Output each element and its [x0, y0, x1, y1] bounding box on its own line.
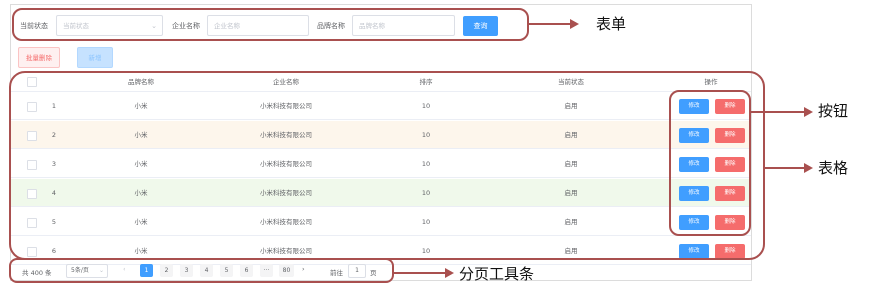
table-annotation-label: 表格	[818, 159, 849, 177]
arrow-head-icon	[445, 268, 454, 278]
buttons-annotation-label: 按钮	[818, 102, 849, 120]
buttons-annotation-box	[669, 90, 751, 236]
table-annotation-box	[9, 71, 765, 260]
pagination-annotation-label: 分页工具条	[459, 265, 535, 283]
table-annotation-arrow	[765, 167, 805, 169]
buttons-annotation-arrow	[751, 111, 805, 113]
form-annotation-box	[12, 8, 529, 41]
form-annotation-label: 表单	[596, 15, 627, 33]
pagination-annotation-arrow	[394, 272, 446, 274]
arrow-head-icon	[804, 163, 813, 173]
add-button[interactable]: 新增	[77, 47, 113, 68]
arrow-head-icon	[804, 107, 813, 117]
batch-delete-button[interactable]: 批量删除	[18, 47, 60, 68]
form-annotation-arrow	[529, 23, 571, 25]
pagination-annotation-box	[9, 258, 394, 283]
arrow-head-icon	[570, 19, 579, 29]
